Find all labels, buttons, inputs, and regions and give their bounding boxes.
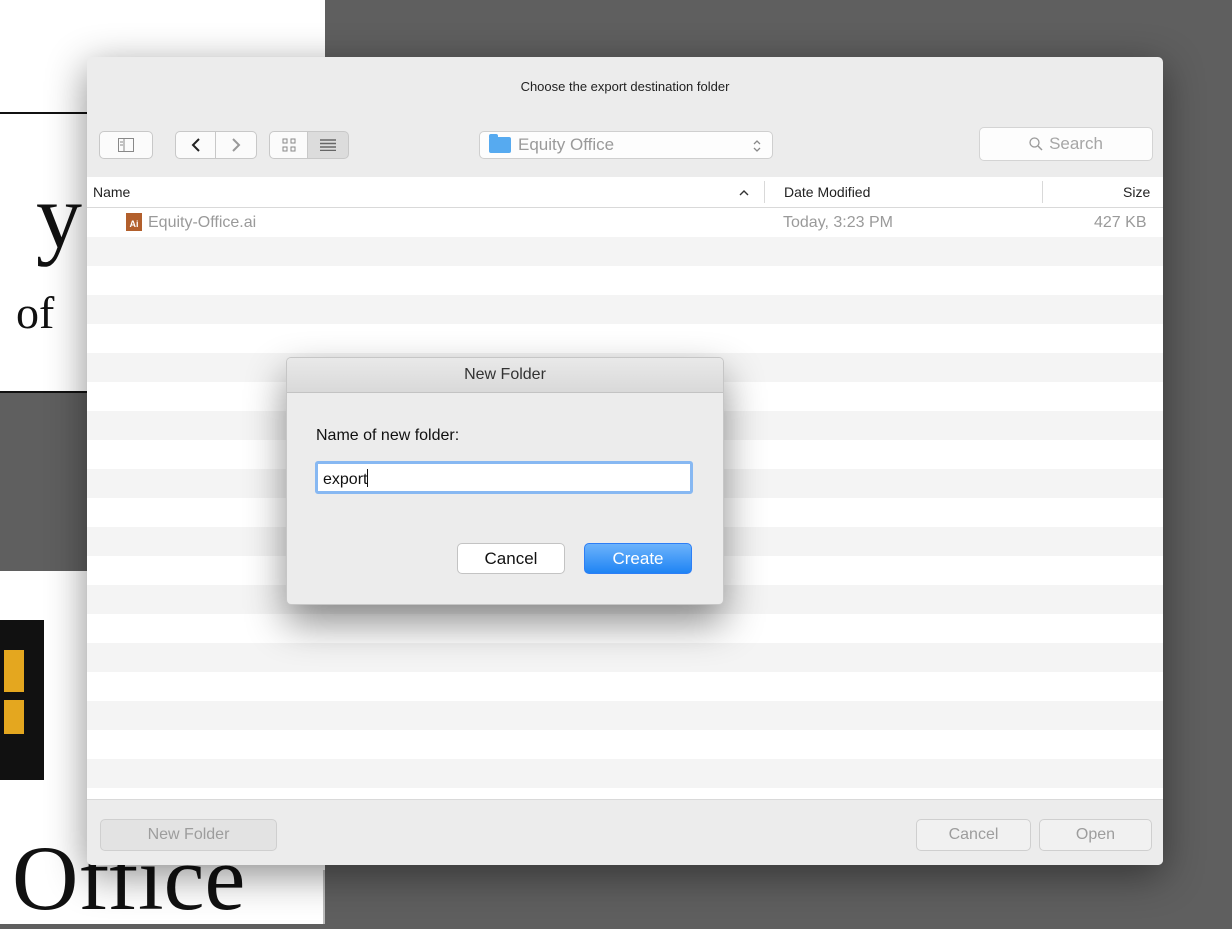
file-name: Equity-Office.ai (148, 214, 257, 231)
dialog-title: New Folder (287, 358, 723, 393)
column-header-name[interactable]: Name (93, 184, 130, 200)
cancel-button[interactable]: Cancel (916, 819, 1031, 851)
location-label: Equity Office (518, 135, 615, 154)
sidebar-toggle-button[interactable] (99, 131, 153, 159)
list-header: Name Date Modified Size (87, 177, 1163, 208)
file-date: Today, 3:23 PM (783, 214, 893, 231)
search-placeholder: Search (1049, 134, 1103, 153)
empty-row (87, 730, 1163, 759)
list-view-button[interactable] (308, 131, 349, 159)
sort-ascending-icon (739, 190, 749, 196)
empty-row (87, 643, 1163, 672)
folder-icon (489, 134, 511, 153)
sidebar-icon (118, 138, 134, 152)
search-field[interactable]: Search (979, 127, 1153, 161)
empty-row (87, 672, 1163, 701)
empty-row (87, 759, 1163, 788)
dialog-cancel-button[interactable]: Cancel (457, 543, 565, 574)
empty-row (87, 237, 1163, 266)
nav-buttons (175, 131, 257, 159)
icon-view-button[interactable] (269, 131, 308, 159)
new-folder-button[interactable]: New Folder (100, 819, 277, 851)
folder-name-input[interactable]: export (315, 461, 693, 494)
list-icon (320, 139, 336, 151)
column-header-date[interactable]: Date Modified (784, 184, 870, 200)
document-text: of (16, 287, 55, 338)
create-button[interactable]: Create (584, 543, 692, 574)
back-button[interactable] (175, 131, 216, 159)
folder-name-value: export (323, 471, 368, 488)
ai-file-icon: Ai (126, 213, 142, 231)
column-header-size[interactable]: Size (1123, 184, 1163, 200)
panel-title: Choose the export destination folder (520, 79, 730, 94)
panel-bottom-bar: New Folder Cancel Open (87, 799, 1163, 865)
empty-row (87, 701, 1163, 730)
folder-name-label: Name of new folder: (316, 427, 460, 444)
document-logo (0, 620, 44, 780)
empty-row (87, 266, 1163, 295)
file-row[interactable]: Ai Equity-Office.ai Today, 3:23 PM 427 K… (87, 208, 1163, 237)
file-size: 427 KB (1094, 214, 1147, 231)
grid-icon (282, 138, 295, 152)
empty-row (87, 295, 1163, 324)
location-popup[interactable]: Equity Office (479, 131, 773, 159)
chevron-right-icon (232, 138, 241, 152)
search-icon (1029, 137, 1043, 151)
empty-row (87, 614, 1163, 643)
view-mode-buttons (269, 131, 349, 159)
text-caret (367, 469, 369, 487)
open-button[interactable]: Open (1039, 819, 1152, 851)
chevron-up-down-icon (753, 140, 761, 152)
chevron-left-icon (191, 138, 200, 152)
empty-row (87, 788, 1163, 799)
document-text: y (36, 165, 82, 267)
new-folder-dialog: New Folder Name of new folder: export Ca… (286, 357, 724, 605)
document-edge (323, 870, 325, 924)
forward-button[interactable] (216, 131, 257, 159)
empty-row (87, 324, 1163, 353)
